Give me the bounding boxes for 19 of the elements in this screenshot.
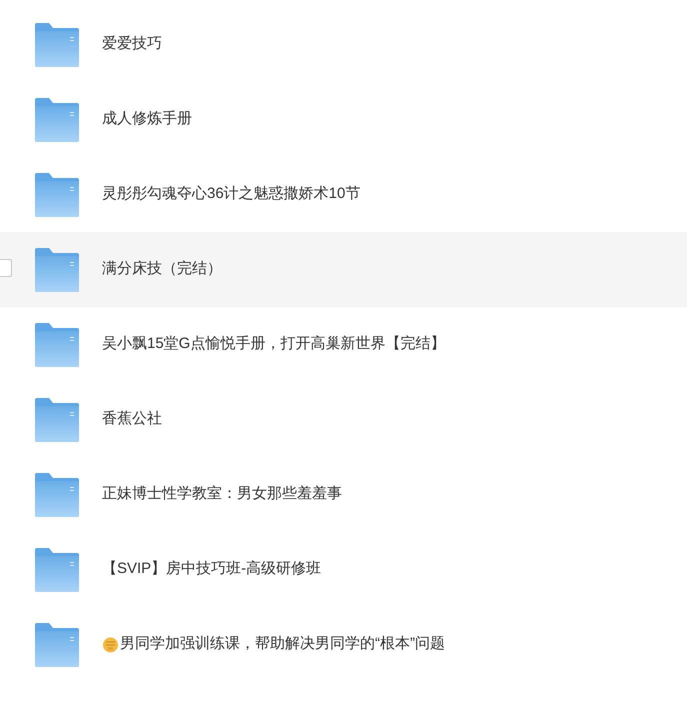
folder-icon (34, 398, 80, 442)
folder-name[interactable]: 灵彤彤勾魂夺心36计之魅惑撒娇术10节 (102, 183, 360, 206)
folder-icon (34, 622, 80, 666)
folder-name[interactable]: 香蕉公社 (102, 408, 162, 431)
folder-name[interactable]: 男同学加强训练课，帮助解决男同学的“根本”问题 (120, 633, 445, 656)
folder-name[interactable]: 成人修炼手册 (102, 108, 192, 131)
folder-name[interactable]: 爱爱技巧 (102, 33, 162, 56)
folder-icon (34, 22, 80, 66)
folder-icon (34, 472, 80, 516)
folder-name[interactable]: 满分床技（完结） (102, 258, 222, 281)
folder-icon (34, 172, 80, 216)
folder-icon (34, 248, 80, 292)
folder-icon (34, 322, 80, 366)
folder-icon (34, 98, 80, 142)
folder-name[interactable]: 吴小飘15堂G点愉悦手册，打开高巢新世界【完结】 (102, 333, 446, 356)
list-row[interactable]: 满分床技（完结） (0, 232, 687, 307)
folder-name[interactable]: 【SVIP】房中技巧班-高级研修班 (102, 558, 322, 581)
folder-name[interactable]: 正妹博士性学教室：男女那些羞羞事 (102, 483, 342, 506)
folder-icon (34, 548, 80, 592)
